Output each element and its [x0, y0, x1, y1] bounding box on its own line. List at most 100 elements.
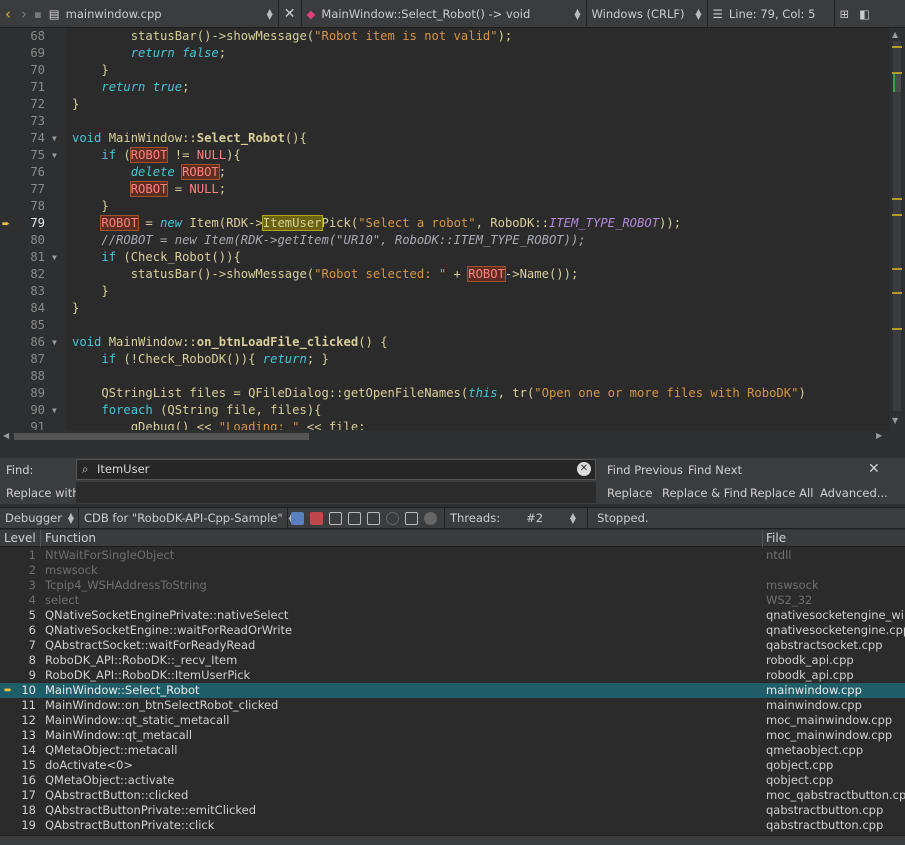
stack-row[interactable]: 2 mswsock	[0, 563, 905, 578]
back-icon[interactable]: ‹	[0, 0, 16, 28]
code-line[interactable]: 78 }	[0, 198, 873, 215]
replace-input[interactable]	[76, 482, 596, 503]
engine-selector[interactable]: CDB for "RoboDK-API-Cpp-Sample"▲▼	[79, 507, 295, 529]
stack-row[interactable]: 5 QNativeSocketEnginePrivate::nativeSelec…	[0, 608, 905, 623]
stack-file: qnativesocketengine_win...	[766, 608, 905, 622]
code-line[interactable]: 88	[0, 368, 873, 385]
position-indicator[interactable]: ☰ Line: 79, Col: 5	[708, 0, 834, 28]
symbol-selector[interactable]: ◆ MainWindow::Select_Robot() -> void ▲ ▼	[302, 0, 586, 28]
stack-row[interactable]: 11 MainWindow::on_btnSelectRobot_clicked m…	[0, 698, 905, 713]
code-line[interactable]: ➨ 79 ROBOT = new Item(RDK->ItemUserPick("…	[0, 215, 873, 232]
close-split-icon[interactable]: ◧	[854, 0, 875, 28]
stack-row[interactable]: 6 QNativeSocketEngine::waitForReadOrWrite…	[0, 623, 905, 638]
stack-row[interactable]: 8 RoboDK_API::RoboDK::_recv_Item robodk_ap…	[0, 653, 905, 668]
code-text: }	[72, 97, 80, 111]
code-line[interactable]: 73	[0, 113, 873, 130]
code-line[interactable]: 87 if (!Check_RoboDK()){ return; }	[0, 351, 873, 368]
find-input[interactable]: ⌕ ItemUser ✕	[76, 459, 596, 480]
col-level[interactable]: Level	[4, 530, 38, 546]
col-function[interactable]: Function	[45, 530, 96, 546]
step-into-icon[interactable]	[348, 511, 361, 525]
stack-row[interactable]: 12 MainWindow::qt_static_metacall moc_main…	[0, 713, 905, 728]
position-value: Line: 79, Col: 5	[728, 6, 816, 21]
horizontal-scrollbar[interactable]: ◀ ▶	[0, 430, 889, 443]
stack-row[interactable]: 9 RoboDK_API::RoboDK::ItemUserPick robodk_…	[0, 668, 905, 683]
line-number: 76	[30, 165, 45, 179]
code-line[interactable]: 84}	[0, 300, 873, 317]
fold-marker-icon[interactable]: ▼	[52, 249, 57, 266]
stack-view[interactable]: Level Function File 1 NtWaitForSingleObje…	[0, 530, 905, 835]
code-line[interactable]: 83 }	[0, 283, 873, 300]
stack-row[interactable]: 3 Tcpip4_WSHAddressToString mswsock	[0, 578, 905, 593]
advanced-button[interactable]: Advanced...	[820, 486, 888, 500]
code-line[interactable]: 69 return false;	[0, 45, 873, 62]
breakpoint-icon[interactable]	[424, 511, 437, 525]
code-line[interactable]: 90 ▼ foreach (QString file, files){	[0, 402, 873, 419]
stack-row[interactable]: 14 QMetaObject::metacall qmetaobject.cpp	[0, 743, 905, 758]
scroll-up-icon[interactable]: ▲	[892, 30, 898, 39]
operate-by-instruction-icon[interactable]	[405, 511, 418, 525]
replace-button[interactable]: Replace	[607, 486, 653, 500]
line-number: 85	[30, 318, 45, 332]
code-line[interactable]: 76 delete ROBOT;	[0, 164, 873, 181]
fold-marker-icon[interactable]: ▼	[52, 147, 57, 164]
col-file[interactable]: File	[766, 530, 786, 546]
search-icon[interactable]: ⌕	[82, 460, 88, 479]
forward-icon[interactable]: ›	[16, 0, 32, 28]
stack-row[interactable]: 4 select WS2_32	[0, 593, 905, 608]
stack-level: 11	[21, 698, 36, 712]
line-number: 87	[30, 352, 45, 366]
stack-row[interactable]: 17 QAbstractButton::clicked moc_qabstractb…	[0, 788, 905, 803]
stack-row[interactable]: 19 QAbstractButtonPrivate::click qabstract…	[0, 818, 905, 833]
close-file-icon[interactable]: ✕	[279, 0, 301, 28]
replace-all-button[interactable]: Replace All	[750, 486, 813, 500]
code-editor[interactable]: 68 statusBar()->showMessage("Robot item …	[0, 28, 905, 443]
stack-row[interactable]: 13 MainWindow::qt_metacall moc_mainwindow.…	[0, 728, 905, 743]
fold-marker-icon[interactable]: ▼	[52, 402, 57, 419]
code-line[interactable]: 74 ▼ void MainWindow::Select_Robot(){	[0, 130, 873, 147]
stack-row[interactable]: 18 QAbstractButtonPrivate::emitClicked qab…	[0, 803, 905, 818]
step-over-icon[interactable]	[329, 511, 342, 525]
code-line[interactable]: 77 ROBOT = NULL;	[0, 181, 873, 198]
stack-row[interactable]: 7 QAbstractSocket::waitForReadyRead qabstr…	[0, 638, 905, 653]
stack-function: QAbstractButtonPrivate::emitClicked	[45, 803, 257, 817]
close-find-icon[interactable]: ✕	[868, 461, 880, 477]
fold-marker-icon[interactable]: ▼	[52, 334, 57, 351]
code-line[interactable]: 68 statusBar()->showMessage("Robot item …	[0, 28, 873, 45]
clear-icon[interactable]: ✕	[577, 462, 591, 476]
thread-selector[interactable]: #2 ▲ ▼	[521, 507, 581, 529]
split-icon[interactable]: ⊞	[835, 0, 855, 28]
debugger-mode-selector[interactable]: Debugger ▲ ▼	[0, 507, 78, 529]
code-line[interactable]: 81 ▼ if (Check_Robot()){	[0, 249, 873, 266]
replace-find-button[interactable]: Replace & Find	[662, 486, 747, 500]
step-out-icon[interactable]	[367, 511, 380, 525]
code-line[interactable]: 86 ▼ void MainWindow::on_btnLoadFile_click…	[0, 334, 873, 351]
file-selector[interactable]: ▤ mainwindow.cpp ▲ ▼	[44, 0, 278, 28]
line-ending-selector[interactable]: Windows (CRLF) ▲ ▼	[587, 0, 707, 28]
updown-icon: ▲▼	[695, 6, 702, 21]
code-line[interactable]: 89 QStringList files = QFileDialog::getO…	[0, 385, 873, 402]
outline-icon: ☰	[712, 6, 723, 21]
find-previous-button[interactable]: Find Previous	[607, 463, 683, 477]
stop-icon[interactable]	[310, 511, 323, 525]
stack-level: 18	[21, 803, 36, 817]
fold-marker-icon[interactable]: ▼	[52, 130, 57, 147]
stack-row[interactable]: ➨ 10 MainWindow::Select_Robot mainwindow.cp…	[0, 683, 905, 698]
code-line[interactable]: 82 statusBar()->showMessage("Robot selec…	[0, 266, 873, 283]
find-next-button[interactable]: Find Next	[688, 463, 742, 477]
code-line[interactable]: 75 ▼ if (ROBOT != NULL){	[0, 147, 873, 164]
code-line[interactable]: 72}	[0, 96, 873, 113]
code-line[interactable]: 71 return true;	[0, 79, 873, 96]
scroll-thumb[interactable]	[14, 433, 309, 440]
continue-icon[interactable]	[291, 511, 304, 525]
stack-row[interactable]: 16 QMetaObject::activate qobject.cpp	[0, 773, 905, 788]
code-line[interactable]: 80 //ROBOT = new Item(RDK->getItem("UR10…	[0, 232, 873, 249]
line-number: 73	[30, 114, 45, 128]
code-line[interactable]: 85	[0, 317, 873, 334]
scroll-down-icon[interactable]: ▼	[892, 416, 898, 425]
restart-icon[interactable]	[386, 511, 399, 525]
vertical-scrollbar[interactable]: ▲ ▼	[889, 28, 905, 443]
code-line[interactable]: 70 }	[0, 62, 873, 79]
stack-row[interactable]: 1 NtWaitForSingleObject ntdll	[0, 548, 905, 563]
stack-row[interactable]: 15 doActivate<0> qobject.cpp	[0, 758, 905, 773]
